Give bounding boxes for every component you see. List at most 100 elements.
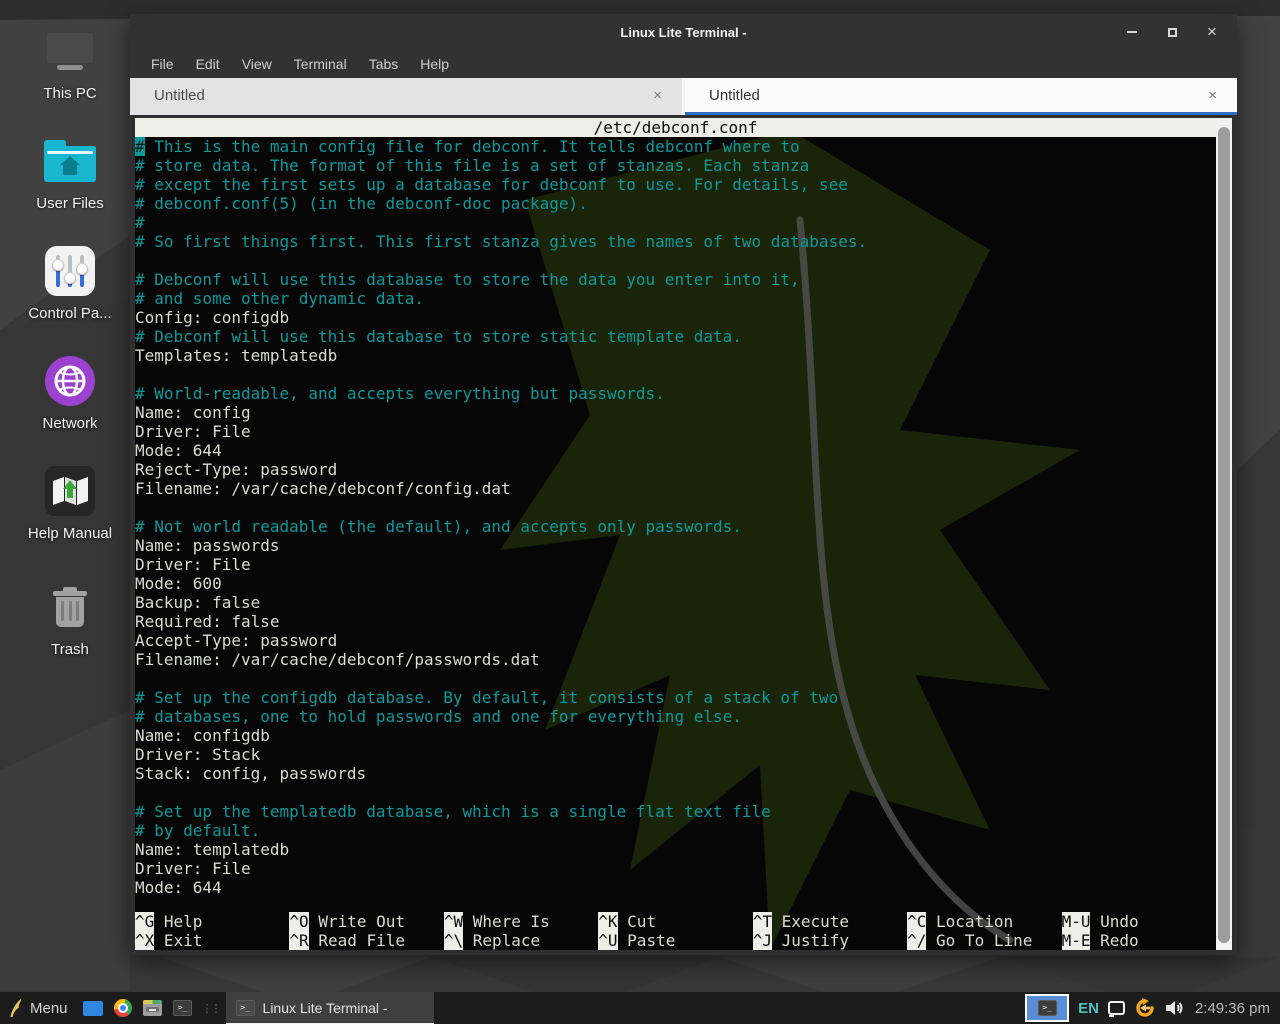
display-tray-icon[interactable] [1108,1001,1125,1015]
tab-bar: Untitled × Untitled × [130,78,1237,115]
desktop-icon-this-pc[interactable]: This PC [14,26,126,102]
desktop-icon-user-files[interactable]: User Files [14,136,126,212]
scrollbar-track[interactable] [1216,118,1232,950]
tab-untitled-1[interactable]: Untitled × [130,78,682,115]
nano-filename: /etc/debconf.conf [135,118,1216,137]
editor-text: # This is the main config file for debco… [135,137,1216,897]
nano-shortcut: ^WWhere Is [444,912,598,931]
minimize-button[interactable] [1125,25,1139,39]
editor-line: Mode: 644 [135,878,1216,897]
editor-line [135,365,1216,384]
editor-line: Config: configdb [135,308,1216,327]
window-titlebar[interactable]: Linux Lite Terminal - × [130,14,1237,50]
menu-edit[interactable]: Edit [185,56,231,72]
terminal-screen[interactable]: GNU nano 7.2 /etc/debconf.conf # This is… [135,118,1216,950]
editor-line: # World-readable, and accepts everything… [135,384,1216,403]
nano-shortcut: ^\Replace [444,931,598,950]
editor-line: Driver: File [135,555,1216,574]
editor-line: Reject-Type: password [135,460,1216,479]
editor-line: # This is the main config file for debco… [135,137,1216,156]
editor-line: Driver: Stack [135,745,1216,764]
taskbar: Menu >_ ⋮⋮ >_ Linux Lite Terminal - >_ E… [0,992,1280,1024]
file-manager-launcher[interactable] [140,995,166,1021]
start-menu-button[interactable]: Menu [0,992,78,1024]
terminal-icon: >_ [1038,1000,1057,1016]
linux-lite-feather-icon [8,998,23,1018]
menu-tabs[interactable]: Tabs [358,56,410,72]
menu-view[interactable]: View [231,56,283,72]
menu-file[interactable]: File [140,56,185,72]
editor-line: Required: false [135,612,1216,631]
editor-line: Mode: 600 [135,574,1216,593]
desktop-icon-help-manual[interactable]: Help Manual [14,466,126,542]
tab-close-icon[interactable]: × [1208,87,1217,104]
maximize-button[interactable] [1165,25,1179,39]
editor-line: # [135,213,1216,232]
scrollbar-thumb[interactable] [1218,127,1230,943]
panel-separator[interactable]: ⋮⋮ [202,1002,220,1015]
editor-line [135,498,1216,517]
desktop-icon-trash[interactable]: Trash [14,582,126,658]
update-notifier-icon[interactable] [1134,997,1156,1019]
show-desktop-button[interactable] [80,995,106,1021]
nano-shortcuts-row-1: ^GHelp^OWrite Out^WWhere Is^KCut^TExecut… [135,912,1216,931]
editor-line: # except the first sets up a database fo… [135,175,1216,194]
menu-label: Menu [30,1000,68,1017]
editor-line: # Not world readable (the default), and … [135,517,1216,536]
editor-line: # by default. [135,821,1216,840]
tab-untitled-2[interactable]: Untitled × [685,78,1237,115]
nano-titlebar: GNU nano 7.2 /etc/debconf.conf [135,118,1216,137]
nano-shortcut: ^KCut [598,912,752,931]
editor-line: # Debconf will use this database to stor… [135,270,1216,289]
file-manager-icon [143,1000,162,1016]
editor-line: Name: passwords [135,536,1216,555]
menu-help[interactable]: Help [409,56,460,72]
volume-icon[interactable] [1165,1000,1184,1016]
editor-line: # Set up the templatedb database, which … [135,802,1216,821]
terminal-launcher[interactable]: >_ [170,995,196,1021]
editor-line [135,251,1216,270]
nano-shortcut: ^XExit [135,931,289,950]
nano-shortcut: M-UUndo [1062,912,1216,931]
desktop-icon-label: Network [14,415,126,432]
menu-terminal[interactable]: Terminal [283,56,358,72]
desktop-icon-label: Control Pa... [14,305,126,322]
desktop-icon-network[interactable]: Network [14,356,126,432]
system-tray: >_ EN 2:49:36 pm [1025,992,1280,1024]
editor-line: Driver: File [135,859,1216,878]
nano-shortcut: ^CLocation [907,912,1061,931]
editor-line: # Set up the configdb database. By defau… [135,688,1216,707]
editor-line: # debconf.conf(5) (in the debconf-doc pa… [135,194,1216,213]
close-button[interactable]: × [1205,25,1219,39]
globe-icon [14,356,126,406]
desktop-icon-label: This PC [14,85,126,102]
taskbar-window-button[interactable]: >_ Linux Lite Terminal - [226,992,434,1024]
keyboard-layout-indicator[interactable]: EN [1078,1000,1099,1017]
editor-line: # store data. The format of this file is… [135,156,1216,175]
tab-close-icon[interactable]: × [653,87,662,104]
tab-label: Untitled [709,87,760,104]
desktop-icon-label: User Files [14,195,126,212]
editor-line: Filename: /var/cache/debconf/config.dat [135,479,1216,498]
terminal-icon: >_ [236,1000,255,1016]
editor-line: Name: templatedb [135,840,1216,859]
editor-line: Backup: false [135,593,1216,612]
tab-label: Untitled [154,87,205,104]
nano-shortcut: ^UPaste [598,931,752,950]
editor-line: Filename: /var/cache/debconf/passwords.d… [135,650,1216,669]
window-title: Linux Lite Terminal - [130,25,1237,40]
editor-line: # Debconf will use this database to stor… [135,327,1216,346]
nano-shortcut: ^GHelp [135,912,289,931]
editor-line [135,669,1216,688]
clock[interactable]: 2:49:36 pm [1195,1000,1270,1017]
editor-line: Driver: File [135,422,1216,441]
nano-shortcut: ^RRead File [289,931,443,950]
editor-line: Name: configdb [135,726,1216,745]
tray-terminal-button[interactable]: >_ [1025,994,1069,1022]
editor-line: Name: config [135,403,1216,422]
editor-line: Mode: 644 [135,441,1216,460]
menu-bar: FileEditViewTerminalTabsHelp [130,50,1237,78]
nano-shortcut: ^JJustify [753,931,907,950]
desktop-icon-control-panel[interactable]: Control Pa... [14,246,126,322]
chrome-launcher[interactable] [110,995,136,1021]
